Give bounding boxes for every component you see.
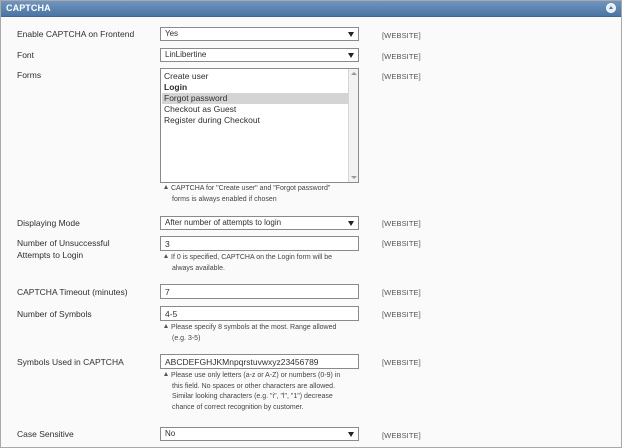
symbols-used-label: Symbols Used in CAPTCHA xyxy=(17,357,124,367)
scope-label: [WEBSITE] xyxy=(382,72,421,81)
enable-captcha-label: Enable CAPTCHA on Frontend xyxy=(17,29,135,39)
case-sensitive-value: No xyxy=(165,429,176,438)
attempts-note: If 0 is specified, CAPTCHA on the Login … xyxy=(164,253,332,274)
info-triangle-icon xyxy=(164,254,168,258)
forms-label: Forms xyxy=(17,70,42,80)
attempts-value: 3 xyxy=(165,239,170,249)
attempts-label: Number of Unsuccessful Attempts to Login xyxy=(17,238,110,260)
info-triangle-icon xyxy=(164,372,168,376)
collapse-icon[interactable] xyxy=(606,3,616,13)
scope-label: [WEBSITE] xyxy=(382,52,421,61)
timeout-input[interactable]: 7 xyxy=(160,284,359,299)
attempts-input[interactable]: 3 xyxy=(160,236,359,251)
forms-multiselect[interactable]: Create user Login Forgot password Checko… xyxy=(160,68,359,183)
scope-label: [WEBSITE] xyxy=(382,310,421,319)
enable-captcha-select[interactable]: Yes xyxy=(160,27,359,41)
displaying-mode-label: Displaying Mode xyxy=(17,218,80,228)
symbols-used-note: Please use only letters (a-z or A-Z) or … xyxy=(164,371,340,413)
dropdown-arrow-icon xyxy=(348,53,354,58)
dropdown-arrow-icon xyxy=(348,432,354,437)
captcha-config-panel: CAPTCHA Enable CAPTCHA on Frontend Yes [… xyxy=(0,0,622,448)
num-symbols-input[interactable]: 4-5 xyxy=(160,306,359,321)
case-sensitive-label: Case Sensitive xyxy=(17,429,74,439)
forms-note: CAPTCHA for "Create user" and "Forgot pa… xyxy=(164,184,330,205)
scope-label: [WEBSITE] xyxy=(382,31,421,40)
forms-option[interactable]: Checkout as Guest xyxy=(162,104,348,115)
forms-option[interactable]: Register during Checkout xyxy=(162,115,348,126)
dropdown-arrow-icon xyxy=(348,221,354,226)
forms-option[interactable]: Login xyxy=(162,82,348,93)
num-symbols-label: Number of Symbols xyxy=(17,309,92,319)
scope-label: [WEBSITE] xyxy=(382,431,421,440)
dropdown-arrow-icon xyxy=(348,32,354,37)
font-select[interactable]: LinLibertine xyxy=(160,48,359,62)
scrollbar[interactable] xyxy=(348,69,358,182)
info-triangle-icon xyxy=(164,185,168,189)
section-header[interactable]: CAPTCHA xyxy=(1,1,621,17)
displaying-mode-select[interactable]: After number of attempts to login xyxy=(160,216,359,230)
scope-label: [WEBSITE] xyxy=(382,239,421,248)
scope-label: [WEBSITE] xyxy=(382,219,421,228)
timeout-value: 7 xyxy=(165,287,170,297)
symbols-used-input[interactable]: ABCDEFGHJKMnpqrstuvwxyz23456789 xyxy=(160,354,359,369)
scroll-up-icon[interactable] xyxy=(351,72,357,75)
scope-label: [WEBSITE] xyxy=(382,288,421,297)
forms-option[interactable]: Forgot password xyxy=(162,93,348,104)
displaying-mode-value: After number of attempts to login xyxy=(165,218,282,227)
section-title: CAPTCHA xyxy=(6,3,51,13)
font-value: LinLibertine xyxy=(165,50,207,59)
scope-label: [WEBSITE] xyxy=(382,358,421,367)
forms-option[interactable]: Create user xyxy=(162,71,348,82)
case-sensitive-select[interactable]: No xyxy=(160,427,359,441)
font-label: Font xyxy=(17,50,35,60)
symbols-used-value: ABCDEFGHJKMnpqrstuvwxyz23456789 xyxy=(165,357,319,367)
num-symbols-note: Please specify 8 symbols at the most. Ra… xyxy=(164,323,336,344)
num-symbols-value: 4-5 xyxy=(165,309,178,319)
enable-captcha-value: Yes xyxy=(165,29,179,38)
timeout-label: CAPTCHA Timeout (minutes) xyxy=(17,287,128,297)
scroll-down-icon[interactable] xyxy=(351,176,357,179)
info-triangle-icon xyxy=(164,324,168,328)
